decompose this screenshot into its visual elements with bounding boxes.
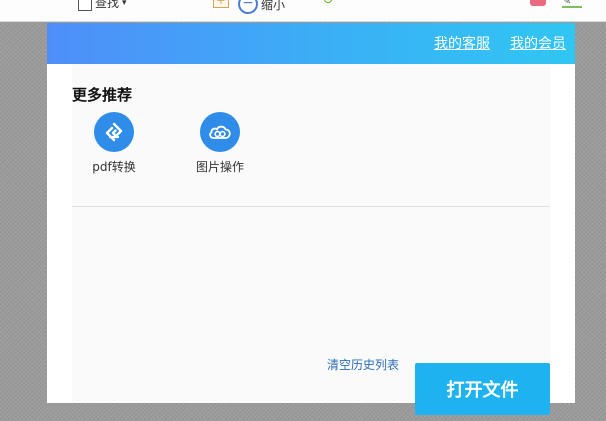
image-tool[interactable]: 图片操作 xyxy=(180,112,260,175)
find-tool[interactable]: 查找 ▾ xyxy=(78,0,127,11)
zoom-out-tool[interactable]: − 缩小 xyxy=(238,0,285,14)
pdf-convert-icon xyxy=(94,112,134,152)
panel-header: 我的客服 我的会员 xyxy=(47,23,575,64)
edit-icon: ✎ xyxy=(562,0,582,8)
app-toolbar: 查找 ▾ + − 缩小 ↻ ✎ xyxy=(0,0,606,22)
image-cloud-icon xyxy=(200,112,240,152)
image-tool-label: 图片操作 xyxy=(195,160,244,174)
zoom-in-tool[interactable]: + xyxy=(213,0,229,8)
rotate-icon: ↻ xyxy=(322,0,334,8)
chevron-down-icon: ▾ xyxy=(122,0,127,8)
section-divider xyxy=(72,206,550,207)
content-area: 更多推荐 pdf转换 图片操作 xyxy=(72,64,550,403)
zoom-out-icon: − xyxy=(238,0,258,14)
zoom-out-label: 缩小 xyxy=(261,0,286,12)
section-title: 更多推荐 xyxy=(72,86,133,104)
pdf-convert-tool[interactable]: pdf转换 xyxy=(74,112,154,175)
edit-tool[interactable]: ✎ xyxy=(562,0,582,8)
document-search-icon xyxy=(78,0,92,11)
customer-service-link[interactable]: 我的客服 xyxy=(434,33,490,53)
clear-history-link[interactable]: 清空历史列表 xyxy=(327,356,399,373)
print-icon xyxy=(530,0,546,6)
zoom-in-icon: + xyxy=(213,0,229,8)
rotate-tool[interactable]: ↻ xyxy=(322,0,344,8)
find-label: 查找 xyxy=(95,0,120,10)
pdf-convert-label: pdf转换 xyxy=(92,160,136,174)
print-tool[interactable] xyxy=(530,0,546,6)
open-file-button[interactable]: 打开文件 xyxy=(415,363,550,415)
start-panel: 我的客服 我的会员 更多推荐 pdf转换 图片操作 清空历史列表 打开文件 xyxy=(47,23,575,415)
membership-link[interactable]: 我的会员 xyxy=(510,33,566,53)
